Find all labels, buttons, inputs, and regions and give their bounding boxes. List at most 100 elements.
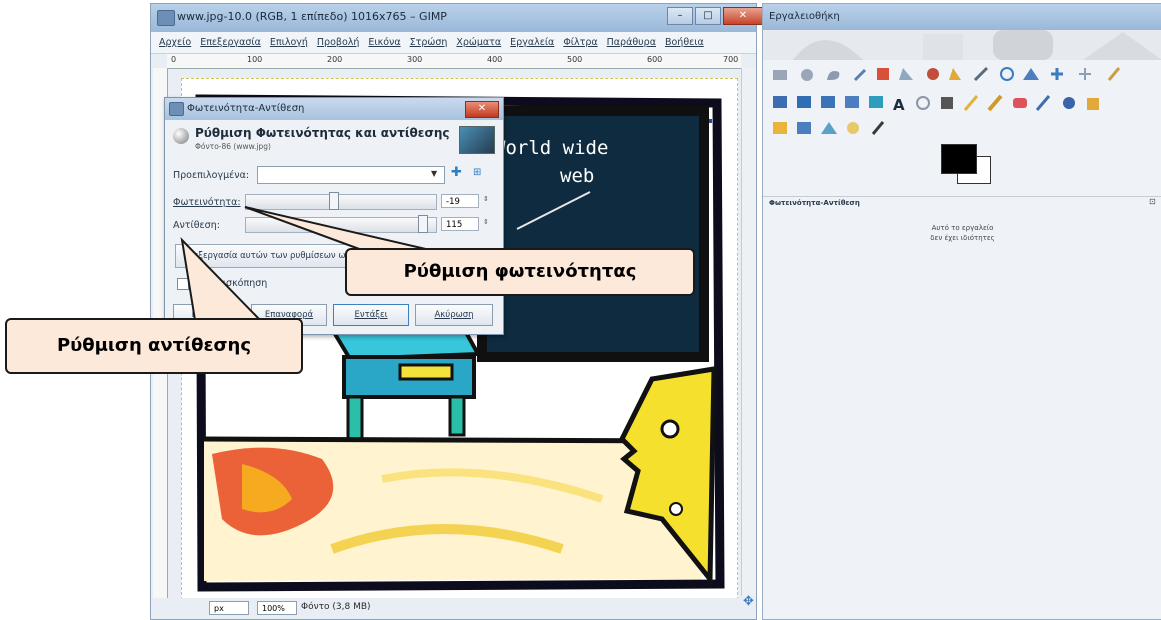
color-select-tool-icon: [877, 68, 889, 80]
foreground-select-tool-icon: [927, 68, 939, 80]
navigate-icon[interactable]: ✥: [743, 595, 755, 608]
toolbox-window: Εργαλειοθήκη A Φωτεινότητα-Αντίθεση ⊡ Αυ…: [762, 3, 1161, 620]
spin-arrows-icon[interactable]: ⇕: [483, 218, 489, 226]
wilber-banner-art: [793, 30, 1161, 60]
lasso-tool-icon: [827, 71, 840, 80]
ruler-tick: 0: [171, 55, 177, 64]
blend-tool-icon: [941, 97, 953, 109]
menu-select[interactable]: Επιλογή: [270, 37, 308, 48]
menu-view[interactable]: Προβολή: [317, 37, 360, 48]
add-preset-icon[interactable]: ✚: [451, 165, 462, 180]
menu-layer[interactable]: Στρώση: [410, 37, 448, 48]
menu-edit[interactable]: Επεξεργασία: [200, 37, 261, 48]
heal-tool-icon: [773, 122, 787, 134]
character-eye: [660, 419, 680, 439]
tool-options-menu-icon[interactable]: ⊡: [1149, 197, 1156, 206]
bucket-fill-tool-icon: [916, 96, 930, 110]
dialog-subheading: Φόντο-86 (www.jpg): [195, 142, 271, 151]
menu-tools[interactable]: Εργαλεία: [510, 37, 554, 48]
scale-tool-icon: [797, 96, 811, 108]
move-tool-icon: [1051, 68, 1063, 80]
contrast-callout: Ρύθμιση αντίθεσης: [5, 318, 303, 374]
status-bar: px 100% Φόντο (3,8 MB): [151, 598, 741, 619]
contrast-value[interactable]: 115: [441, 217, 479, 231]
perspective-clone-tool-icon: [797, 122, 811, 134]
brightness-contrast-dialog: Φωτεινότητα-Αντίθεση ✕ Ρύθμιση Φωτεινότη…: [164, 97, 504, 335]
menu-help[interactable]: Βοήθεια: [665, 37, 704, 48]
color-picker-tool-icon: [973, 66, 989, 82]
dialog-close-button[interactable]: ✕: [465, 101, 499, 118]
desk-drawer: [398, 363, 454, 381]
cancel-button[interactable]: Ακύρωση: [415, 304, 493, 326]
preset-menu-icon[interactable]: ⊞: [473, 167, 481, 178]
ruler-tick: 300: [407, 55, 423, 64]
close-button[interactable]: ✕: [723, 7, 763, 25]
menu-colors[interactable]: Χρώματα: [456, 37, 501, 48]
dialog-titlebar[interactable]: Φωτεινότητα-Αντίθεση ✕: [165, 98, 503, 120]
horizontal-ruler[interactable]: 0 100 200 300 400 500 600 700: [167, 54, 741, 69]
chevron-down-icon[interactable]: ▼: [431, 169, 441, 179]
fuzzy-select-tool-icon: [853, 68, 867, 82]
preview-checkbox[interactable]: [177, 278, 189, 290]
ruler-tick: 500: [567, 55, 583, 64]
scissors-tool-icon: [899, 68, 913, 80]
wilber-banner: [763, 30, 1161, 60]
menu-filters[interactable]: Φίλτρα: [563, 37, 597, 48]
align-tool-icon: [1079, 68, 1091, 80]
character-mark: [669, 502, 683, 516]
crop-tool-icon: [1107, 67, 1121, 81]
rect-select-tool-icon: [773, 70, 787, 80]
zoom-tool-icon: [1000, 67, 1014, 81]
shear-tool-icon: [821, 96, 835, 108]
ruler-tick: 400: [487, 55, 503, 64]
image-window-titlebar[interactable]: www.jpg-10.0 (RGB, 1 επίπεδο) 1016x765 –…: [151, 4, 763, 32]
toolbox-titlebar[interactable]: Εργαλειοθήκη: [763, 4, 1161, 30]
presets-combo[interactable]: [257, 166, 445, 184]
window-controls: – □ ✕: [667, 7, 763, 25]
menu-image[interactable]: Εικόνα: [368, 37, 400, 48]
image-thumbnail: [459, 126, 495, 154]
dialog-heading: Ρύθμιση Φωτεινότητας και αντίθεσης: [195, 126, 450, 140]
foreground-color-swatch-front[interactable]: [941, 144, 977, 174]
brightness-slider-handle[interactable]: [328, 192, 339, 210]
gimp-app-icon: [157, 10, 175, 26]
dodge-burn-tool-icon: [871, 121, 885, 135]
ok-button[interactable]: Εντάξει: [333, 304, 409, 326]
menu-bar: Αρχείο Επεξεργασία Επιλογή Προβολή Εικόν…: [151, 32, 756, 54]
brightness-value[interactable]: -19: [441, 194, 479, 208]
tool-icons: A: [773, 66, 1121, 135]
chalkboard-text-1: World wide: [494, 137, 608, 159]
tool-options-title: Φωτεινότητα-Αντίθεση: [769, 199, 860, 207]
status-text: Φόντο (3,8 MB): [301, 602, 371, 612]
presets-label: Προεπιλογμένα:: [173, 170, 250, 181]
paths-tool-icon: [949, 68, 961, 80]
maximize-button[interactable]: □: [695, 7, 721, 25]
contrast-label: Αντίθεση:: [173, 220, 220, 231]
pencil-tool-icon: [963, 95, 979, 111]
image-window-title: www.jpg-10.0 (RGB, 1 επίπεδο) 1016x765 –…: [177, 10, 447, 23]
spin-arrows-icon[interactable]: ⇕: [483, 195, 489, 203]
menu-windows[interactable]: Παράθυρα: [607, 37, 656, 48]
brightness-slider[interactable]: [245, 194, 437, 210]
clone-tool-icon: [1087, 98, 1099, 110]
tool-options-message: Αυτό το εργαλείο: [931, 224, 994, 232]
paintbrush-tool-icon: [987, 94, 1003, 112]
dialog-app-icon: [169, 102, 184, 116]
text-tool-icon: A: [893, 96, 905, 114]
menu-file[interactable]: Αρχείο: [159, 37, 191, 48]
tool-options-message: δεν έχει ιδιότητες: [930, 234, 995, 242]
rotate-tool-icon: [773, 96, 787, 108]
ink-tool-icon: [1063, 97, 1075, 109]
measure-tool-icon: [1023, 68, 1039, 80]
unit-select[interactable]: px: [209, 601, 249, 615]
vertical-scrollbar[interactable]: [741, 68, 756, 596]
contrast-slider-handle[interactable]: [417, 215, 428, 233]
chalkboard-text-2: web: [560, 165, 594, 187]
brightness-callout: Ρύθμιση φωτεινότητας: [345, 248, 695, 296]
tools-grid: A: [773, 66, 1161, 150]
ruler-tick: 100: [247, 55, 263, 64]
minimize-button[interactable]: –: [667, 7, 693, 25]
zoom-select[interactable]: 100%: [257, 601, 297, 615]
contrast-slider[interactable]: [245, 217, 437, 233]
brightness-contrast-icon: [173, 128, 189, 144]
